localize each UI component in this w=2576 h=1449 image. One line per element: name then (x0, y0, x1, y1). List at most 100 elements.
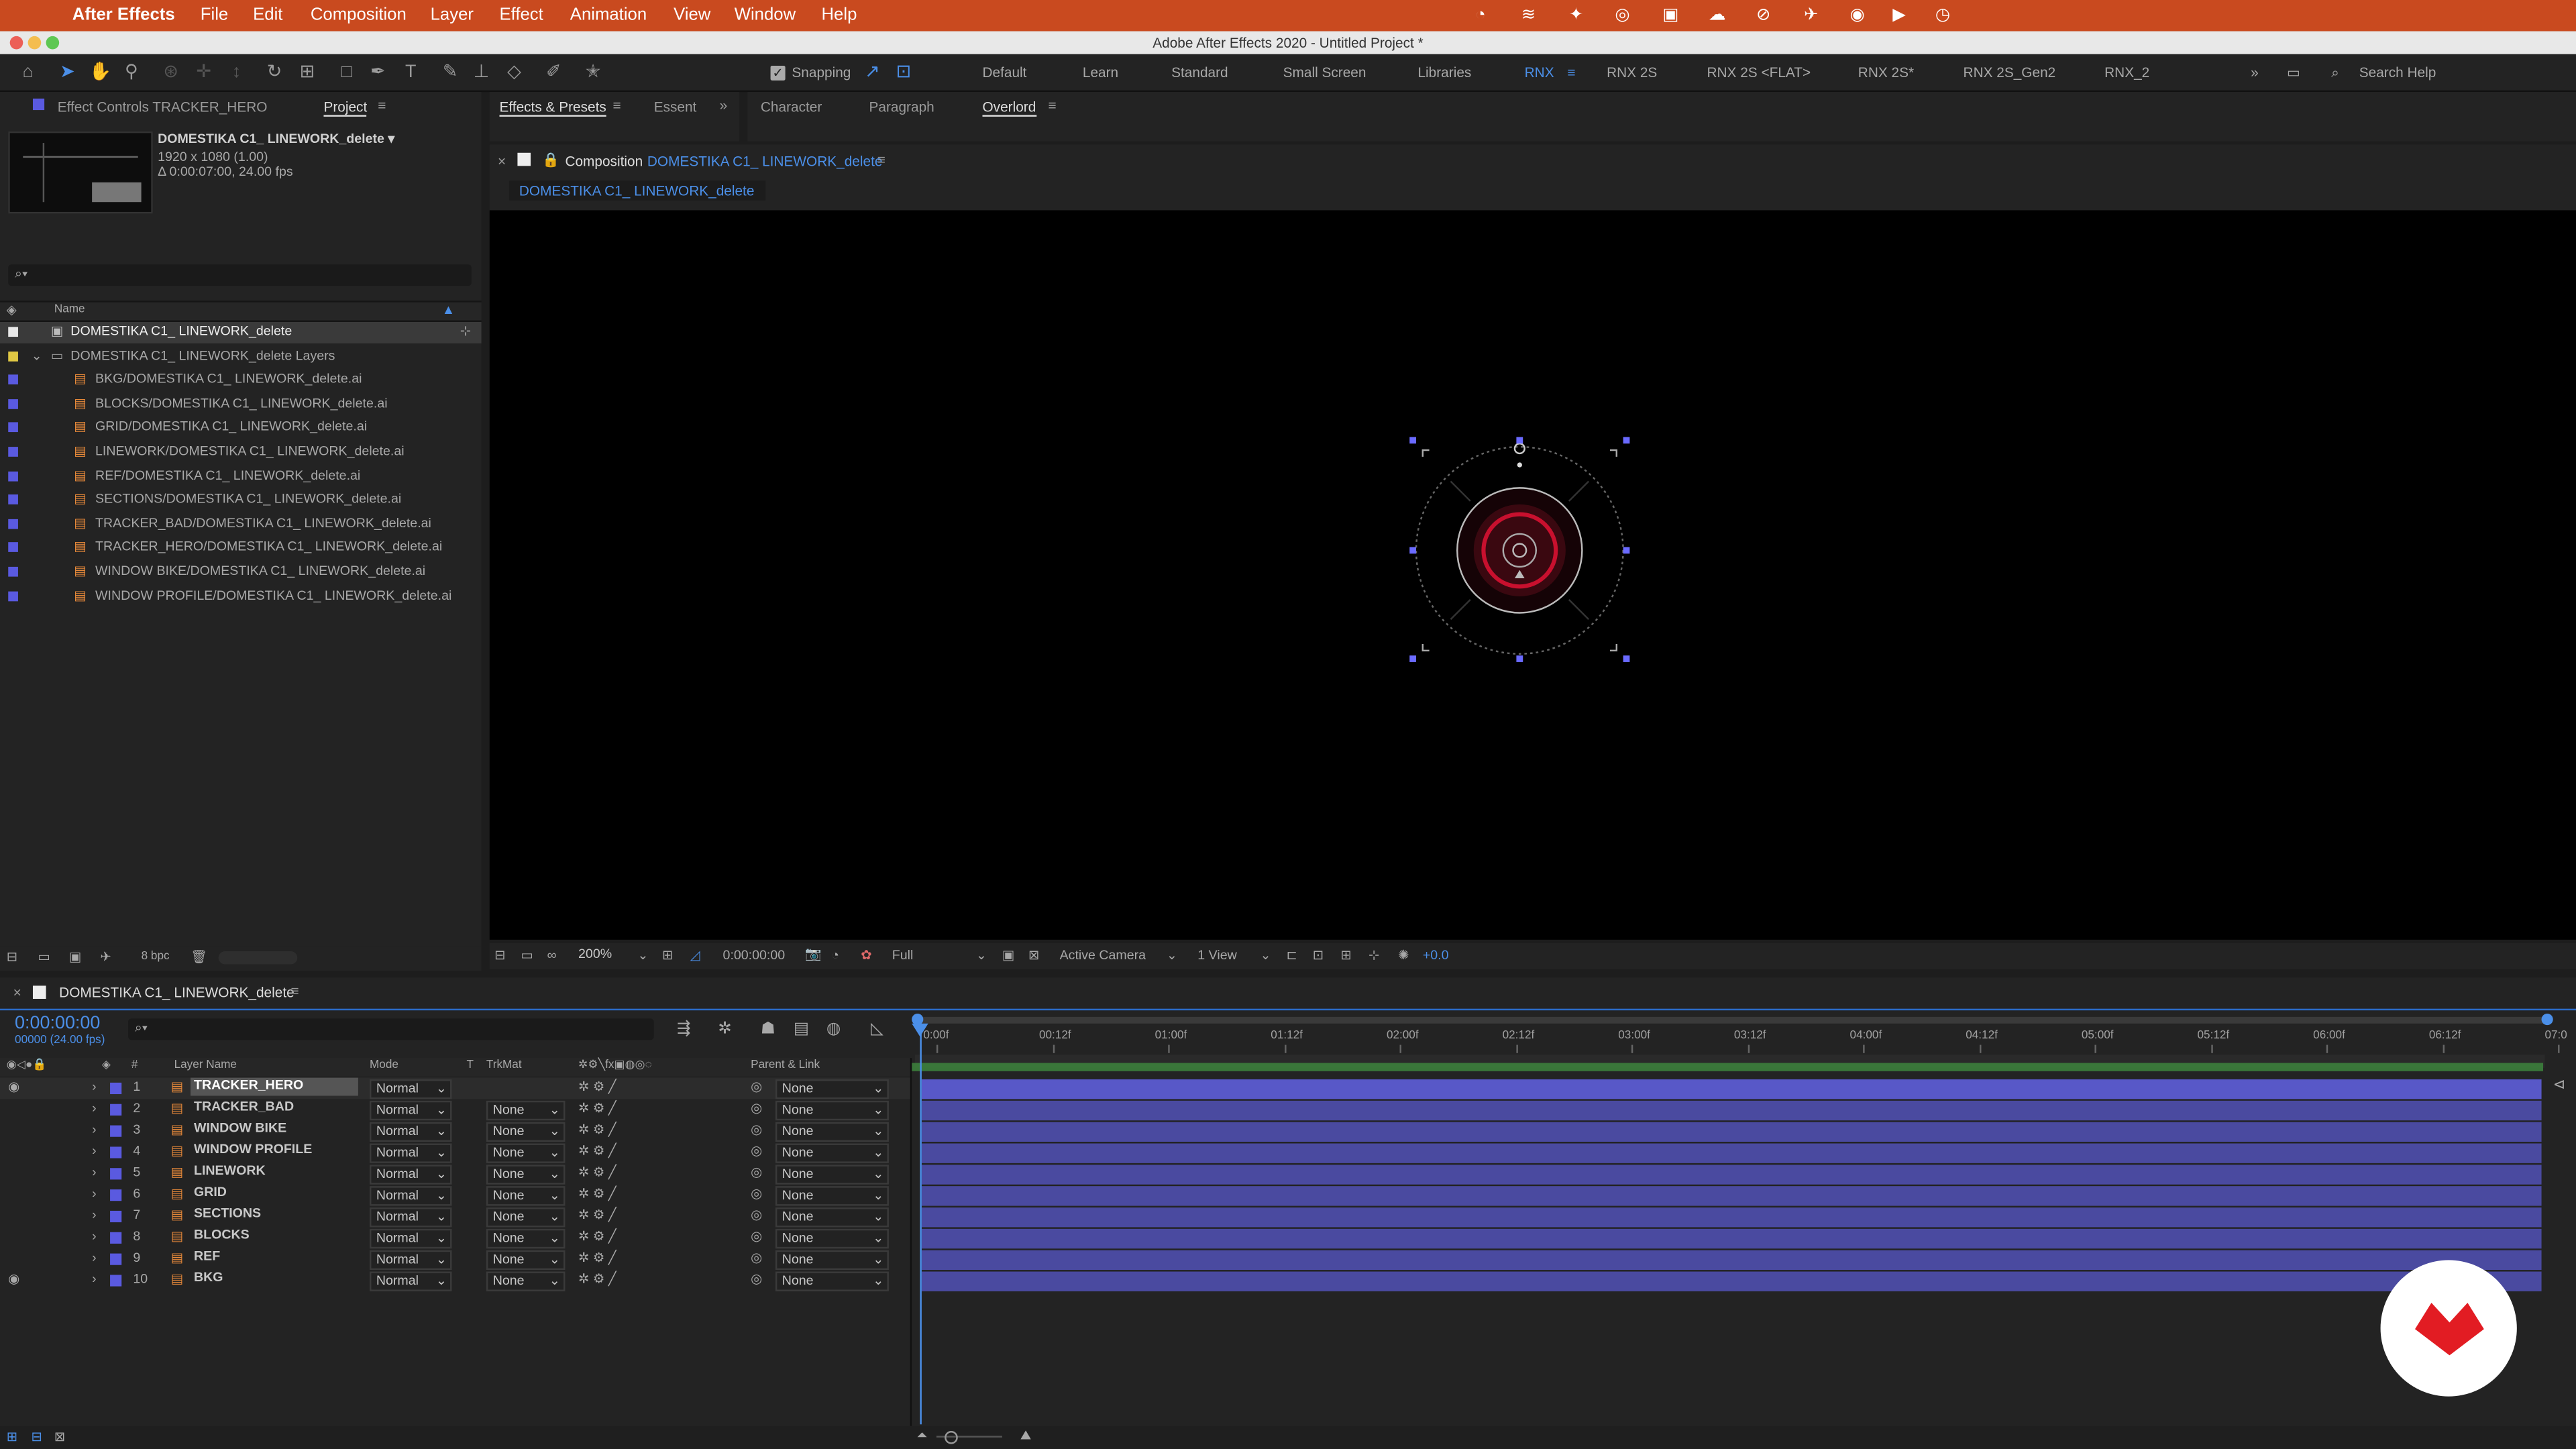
workspace-default[interactable]: Default (982, 64, 1026, 80)
pan-tool-icon[interactable]: ✛ (193, 61, 215, 84)
sort-ascending-icon[interactable]: ▲ (442, 303, 455, 317)
exposure-icon[interactable]: ✺ (1398, 948, 1409, 963)
track-matte-select[interactable]: None ⌄ (486, 1122, 566, 1142)
project-item[interactable]: ▣ DOMESTIKA C1_ LINEWORK_delete ⊹ (0, 322, 482, 343)
disclosure-triangle-icon[interactable]: › (92, 1208, 97, 1222)
layer-switches[interactable]: ✲ ⚙ ╱ (578, 1143, 616, 1158)
label-color-swatch[interactable] (8, 566, 18, 577)
label-color-swatch[interactable] (8, 398, 18, 409)
draft-3d-icon[interactable]: ✲ (718, 1020, 732, 1038)
parent-select[interactable]: None ⌄ (775, 1250, 889, 1271)
workspace-rnx[interactable]: RNX (1525, 64, 1554, 80)
layer-row[interactable]: › 9 ▤ REF Normal ⌄ None ⌄ ✲ ⚙ ╱ ◎ None ⌄ (0, 1248, 912, 1271)
fast-previews-icon[interactable]: ⊡ (1313, 948, 1324, 963)
project-item[interactable]: ▤ REF/DOMESTIKA C1_ LINEWORK_delete.ai (0, 466, 482, 488)
pick-whip-icon[interactable]: ◎ (751, 1250, 762, 1265)
new-folder-icon[interactable]: ▭ (38, 950, 50, 965)
label-color-swatch[interactable] (110, 1125, 122, 1137)
layer-switches[interactable]: ✲ ⚙ ╱ (578, 1208, 616, 1222)
project-item[interactable]: ▤ BLOCKS/DOMESTIKA C1_ LINEWORK_delete.ai (0, 394, 482, 415)
clock-icon[interactable]: ◷ (1935, 5, 1950, 24)
layer-row[interactable]: ◉ › 1 ▤ TRACKER_HERO Normal ⌄ ✲ ⚙ ╱ ◎ None ⌄ (0, 1077, 912, 1099)
layer-name[interactable]: LINEWORK (191, 1163, 358, 1181)
parent-select[interactable]: None ⌄ (775, 1271, 889, 1291)
disclosure-triangle-icon[interactable]: › (92, 1143, 97, 1158)
zoom-tool-icon[interactable]: ⚲ (120, 61, 143, 84)
menu-composition[interactable]: Composition (311, 5, 407, 24)
composition-name[interactable]: DOMESTIKA C1_ LINEWORK_delete (647, 153, 883, 169)
type-tool-icon[interactable]: T (399, 61, 422, 84)
layer-name[interactable]: WINDOW PROFILE (191, 1142, 358, 1160)
label-color-swatch[interactable] (110, 1168, 122, 1180)
name-column-header[interactable]: Name (54, 304, 85, 315)
resolution-value[interactable]: Full (892, 948, 914, 963)
safe-zones-icon[interactable]: ⊞ (662, 948, 673, 963)
panel-menu-icon[interactable]: ≡ (378, 97, 386, 113)
wifi-icon[interactable]: ≋ (1521, 5, 1536, 24)
exposure-value[interactable]: +0.0 (1423, 948, 1449, 963)
timeline-tab[interactable]: DOMESTIKA C1_ LINEWORK_delete (59, 984, 294, 1000)
mask-visibility-icon[interactable]: ◿ (690, 948, 700, 963)
label-color-swatch[interactable] (8, 494, 18, 505)
eraser-tool-icon[interactable]: ◇ (502, 61, 525, 84)
lock-icon[interactable]: 🔒 (542, 151, 559, 169)
clone-stamp-tool-icon[interactable]: ⊥ (470, 61, 492, 84)
pick-whip-icon[interactable]: ◎ (751, 1101, 762, 1116)
disclosure-triangle-icon[interactable]: › (92, 1079, 97, 1094)
track-matte-select[interactable]: None ⌄ (486, 1208, 566, 1228)
layer-name[interactable]: WINDOW BIKE (191, 1120, 358, 1138)
pick-whip-icon[interactable]: ◎ (751, 1186, 762, 1201)
menu-layer[interactable]: Layer (431, 5, 474, 24)
label-color-swatch[interactable] (8, 543, 18, 553)
blend-mode-select[interactable]: Normal ⌄ (370, 1271, 452, 1291)
vr-icon[interactable]: ∞ (547, 948, 557, 963)
label-color-swatch[interactable] (110, 1146, 122, 1159)
breadcrumb-comp[interactable]: DOMESTIKA C1_ LINEWORK_delete (519, 182, 755, 199)
pen-tool-icon[interactable]: ✒ (366, 61, 389, 84)
layer-duration-bar[interactable] (921, 1228, 2542, 1249)
current-time-display[interactable]: 0:00:00:00 (15, 1014, 100, 1033)
close-comp-icon[interactable]: × (498, 153, 506, 169)
in-out-toggle-icon[interactable]: ⊠ (54, 1430, 65, 1444)
track-matte-select[interactable]: None ⌄ (486, 1271, 566, 1291)
track-matte-select[interactable]: None ⌄ (486, 1228, 566, 1249)
layer-duration-bar[interactable] (921, 1186, 2542, 1206)
comp-breadcrumb[interactable]: DOMESTIKA C1_ LINEWORK_delete (509, 180, 766, 201)
disclosure-triangle-icon[interactable]: › (92, 1229, 97, 1244)
workspace-rnx-2s-star[interactable]: RNX 2S* (1858, 64, 1914, 80)
label-color-swatch[interactable] (8, 423, 18, 433)
anchor-tool-icon[interactable]: ⊞ (296, 61, 319, 84)
snapping-checkbox[interactable]: ✓ (770, 65, 786, 81)
label-color-swatch[interactable] (110, 1104, 122, 1116)
workspace-standard[interactable]: Standard (1171, 64, 1228, 80)
overlord-menu-icon[interactable]: ≡ (1048, 97, 1056, 113)
sync-icon[interactable]: ◎ (1615, 5, 1629, 24)
target-icon[interactable]: ◉ (1850, 5, 1865, 24)
blend-mode-select[interactable]: Normal ⌄ (370, 1228, 452, 1249)
play-icon[interactable]: ▶ (1892, 5, 1906, 24)
layer-switches[interactable]: ✲ ⚙ ╱ (578, 1229, 616, 1244)
chevron-down-icon[interactable]: ⌄ (1260, 948, 1271, 963)
label-color-swatch[interactable] (110, 1253, 122, 1265)
menu-window[interactable]: Window (735, 5, 796, 24)
shy-layers-icon[interactable]: ☗ (761, 1020, 775, 1038)
viewer-timecode[interactable]: 0:00:00:00 (723, 948, 786, 963)
track-matte-select[interactable]: None ⌄ (486, 1100, 566, 1121)
parent-select[interactable]: None ⌄ (775, 1208, 889, 1228)
layer-duration-bar[interactable] (921, 1122, 2542, 1142)
search-help-input[interactable]: Search Help (2359, 64, 2436, 80)
label-color-swatch[interactable] (8, 470, 18, 481)
channel-icon[interactable]: ✿ (861, 948, 871, 963)
orbit-tool-icon[interactable]: ⊛ (160, 61, 182, 84)
disclosure-triangle-icon[interactable]: › (92, 1186, 97, 1201)
tab-essential-graphics[interactable]: Essent (654, 99, 697, 115)
pick-whip-icon[interactable]: ◎ (751, 1122, 762, 1137)
workspace-small-screen[interactable]: Small Screen (1283, 64, 1366, 80)
tab-effect-controls[interactable]: Effect Controls TRACKER_HERO (58, 99, 268, 115)
timeline-search-input[interactable]: ⌕▾ (128, 1018, 654, 1040)
menu-animation[interactable]: Animation (570, 5, 647, 24)
motion-blur-icon[interactable]: ◍ (826, 1020, 841, 1038)
workspace-panel-icon[interactable]: ▭ (2287, 64, 2300, 83)
tab-character[interactable]: Character (761, 99, 822, 115)
layer-name[interactable]: TRACKER_HERO (191, 1077, 358, 1096)
